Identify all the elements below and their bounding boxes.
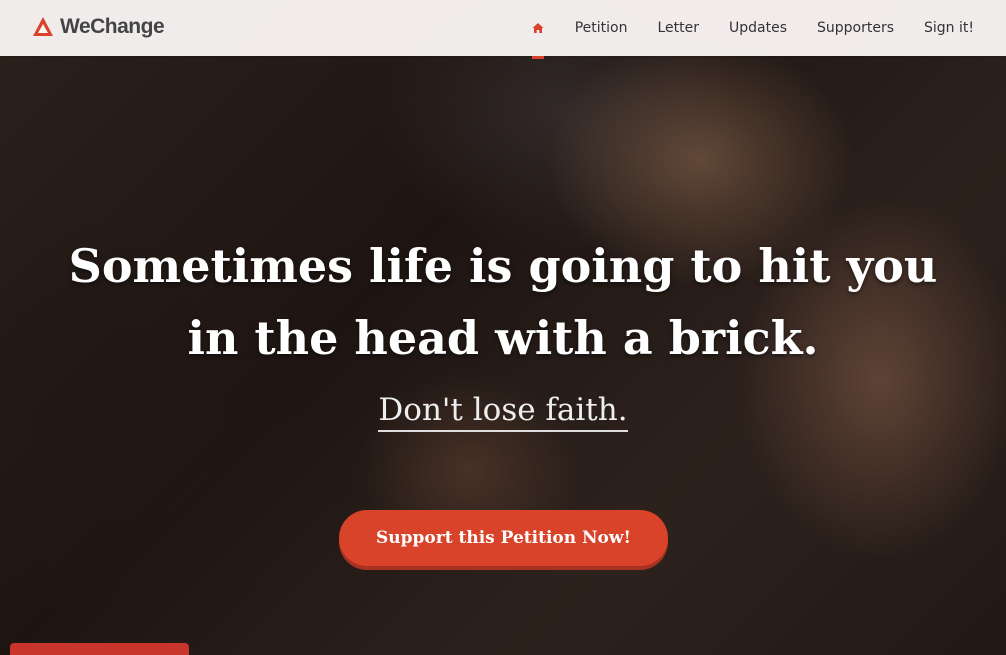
headline-line-2: in the head with a brick.: [187, 311, 819, 365]
brand-name: WeChange: [60, 15, 165, 38]
headline-line-1: Sometimes life is going to hit you: [68, 239, 938, 293]
hero-subline: Don't lose faith.: [0, 392, 1006, 432]
support-petition-button[interactable]: Support this Petition Now!: [339, 510, 668, 566]
subline-text: Don't lose faith.: [378, 392, 628, 432]
hero-headline: Sometimes life is going to hit you in th…: [60, 230, 946, 374]
brand-logo-icon: [33, 17, 53, 36]
home-icon: [532, 23, 544, 33]
main-nav: Petition Letter Updates Supporters Sign …: [531, 0, 974, 59]
nav-sign-it[interactable]: Sign it!: [924, 0, 974, 56]
navbar: WeChange Petition Letter Updates Support…: [0, 0, 1006, 59]
nav-petition[interactable]: Petition: [575, 0, 628, 56]
nav-supporters[interactable]: Supporters: [817, 0, 894, 56]
brand-link[interactable]: WeChange: [32, 12, 165, 42]
nav-letter[interactable]: Letter: [657, 0, 699, 56]
nav-home[interactable]: [531, 0, 545, 59]
bottom-feedback-tab[interactable]: [10, 643, 189, 655]
nav-updates[interactable]: Updates: [729, 0, 787, 56]
